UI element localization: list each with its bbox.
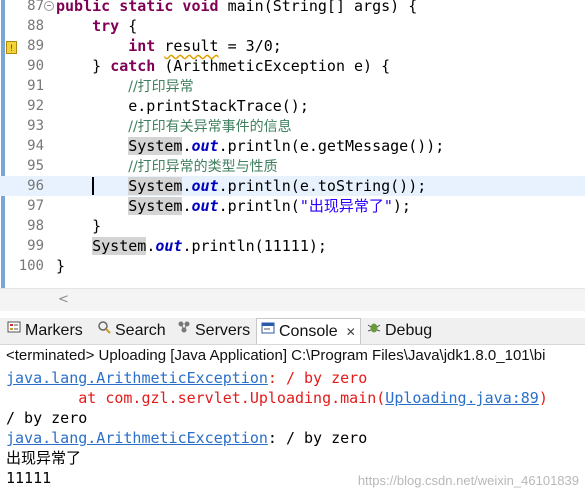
code-line[interactable]: 87− public static void main(String[] args… — [0, 0, 585, 16]
tab-markers-label: Markers — [25, 322, 83, 340]
scrollbar-corner — [0, 288, 48, 311]
close-icon[interactable]: ✕ — [346, 325, 356, 339]
tab-search-label: Search — [115, 322, 166, 340]
code-text: System.out.println(e.getMessage()); — [128, 137, 445, 155]
code-line[interactable]: 94 System.out.println(e.getMessage()); — [0, 136, 585, 156]
horizontal-scrollbar[interactable]: < — [48, 288, 585, 311]
line-number: 97 — [27, 198, 44, 214]
code-text: //打印有关异常事件的信息 — [128, 119, 292, 135]
code-text: //打印异常 — [128, 79, 194, 95]
console-text: : / by zero — [267, 429, 368, 447]
code-line[interactable]: 99 System.out.println(11111); — [0, 236, 585, 256]
line-number: 93 — [27, 118, 44, 134]
tab-console[interactable]: Console ✕ — [256, 318, 361, 345]
tab-search[interactable]: Search — [96, 318, 166, 344]
console-text: at com.gzl.servlet.Uploading.main( — [6, 389, 386, 407]
line-number: 94 — [27, 138, 44, 154]
scroll-left-icon[interactable]: < — [58, 292, 69, 307]
code-line[interactable]: 98 } — [0, 216, 585, 236]
console-line: at com.gzl.servlet.Uploading.main(Upload… — [6, 388, 548, 408]
svg-text:!: ! — [10, 44, 14, 54]
line-number: 99 — [27, 238, 44, 254]
code-line[interactable]: 96 System.out.println(e.toString()); — [0, 176, 585, 196]
console-line: 11111 — [6, 469, 52, 487]
tab-debug-label: Debug — [385, 322, 433, 340]
code-text: e.printStackTrace(); — [56, 97, 309, 115]
code-text: try { — [92, 17, 138, 35]
code-text: System.out.println(11111); — [92, 237, 327, 255]
warning-icon[interactable]: ! — [6, 39, 17, 54]
exception-link[interactable]: java.lang.ArithmeticException — [6, 369, 268, 387]
tab-servers[interactable]: Servers — [176, 318, 250, 344]
code-text: } — [56, 217, 102, 235]
servers-icon — [176, 318, 192, 344]
code-text: //打印异常的类型与性质 — [128, 159, 278, 175]
line-number: 95 — [27, 158, 44, 174]
line-number: 88 — [27, 18, 44, 34]
code-line[interactable]: 97 System.out.println("出现异常了"); — [0, 196, 585, 216]
line-number: 92 — [27, 98, 44, 114]
process-status: <terminated> Uploading [Java Application… — [6, 347, 546, 364]
code-line[interactable]: 95 //打印异常的类型与性质 — [0, 156, 585, 176]
console-icon — [260, 319, 276, 345]
view-tab-bar: Markers Search Servers Console ✕ Debug — [0, 318, 585, 345]
code-line[interactable]: 89! int result = 3/0; — [0, 36, 585, 56]
line-number: 91 — [27, 78, 44, 94]
code-text: } catch (ArithmeticException e) { — [56, 57, 391, 75]
search-icon — [96, 318, 112, 344]
console-text: ) — [538, 389, 548, 407]
console-text: : / by zero — [267, 369, 368, 387]
line-number: 98 — [27, 218, 44, 234]
tab-console-label: Console — [279, 323, 338, 341]
code-text: System.out.println("出现异常了"); — [128, 197, 411, 215]
code-line[interactable]: 92 e.printStackTrace(); — [0, 96, 585, 116]
console-status-line: <terminated> Uploading [Java Application… — [0, 344, 585, 367]
line-number: 87 — [27, 0, 44, 14]
source-link[interactable]: Uploading.java:89 — [385, 389, 539, 407]
code-line[interactable]: 91 //打印异常 — [0, 76, 585, 96]
code-line[interactable]: 90 } catch (ArithmeticException e) { — [0, 56, 585, 76]
tab-markers[interactable]: Markers — [6, 318, 83, 344]
code-text: } — [56, 257, 66, 275]
code-text: public static void main(String[] args) { — [56, 0, 418, 15]
watermark: https://blog.csdn.net/weixin_46101839 — [357, 473, 579, 488]
tab-servers-label: Servers — [195, 322, 251, 340]
console-line: / by zero — [6, 409, 88, 427]
console-line: java.lang.ArithmeticException: / by zero — [6, 368, 367, 388]
line-number: 90 — [27, 58, 44, 74]
exception-link[interactable]: java.lang.ArithmeticException — [6, 429, 268, 447]
code-text: int result = 3/0; — [128, 37, 282, 55]
code-editor[interactable]: 87− public static void main(String[] args… — [0, 0, 585, 288]
console-line: 出现异常了 — [6, 449, 82, 467]
code-line[interactable]: 100} — [0, 256, 585, 276]
line-number: 96 — [27, 178, 44, 194]
markers-icon — [6, 318, 22, 344]
code-line[interactable]: 93 //打印有关异常事件的信息 — [0, 116, 585, 136]
fold-toggle-icon[interactable]: − — [44, 1, 54, 11]
line-number: 100 — [18, 258, 44, 274]
code-text: System.out.println(e.toString()); — [128, 177, 427, 195]
debug-icon — [366, 318, 382, 344]
code-line[interactable]: 88 try { — [0, 16, 585, 36]
tab-debug[interactable]: Debug — [366, 318, 432, 344]
console-line: java.lang.ArithmeticException: / by zero — [6, 428, 367, 448]
